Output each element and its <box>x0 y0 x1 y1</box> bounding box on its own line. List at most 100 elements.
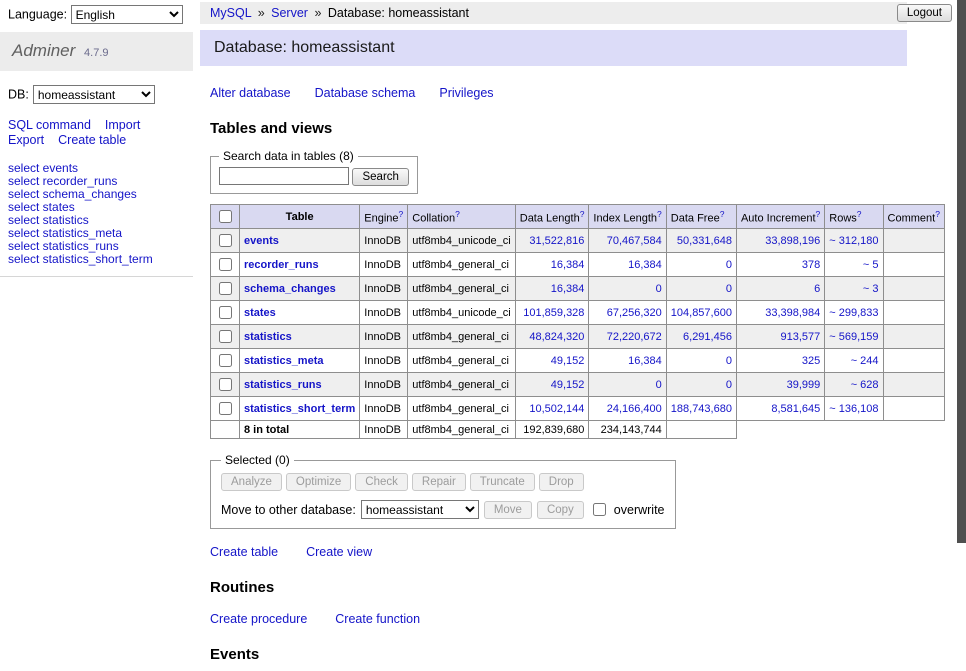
main-panel: Database: homeassistant Alter database Da… <box>200 30 907 671</box>
breadcrumb-mysql-link[interactable]: MySQL <box>210 6 251 20</box>
table-name-link[interactable]: statistics <box>244 331 292 343</box>
col-header-auto_increment: Auto Increment? <box>736 205 824 229</box>
total-empty-cells <box>736 421 944 439</box>
row-checkbox[interactable] <box>219 282 232 295</box>
column-label: Rows <box>829 212 857 224</box>
cell-engine: InnoDB <box>360 349 408 373</box>
cell-data_free: 104,857,600 <box>666 301 736 325</box>
app-name[interactable]: Adminer <box>12 41 75 60</box>
create-procedure-link[interactable]: Create procedure <box>210 612 307 626</box>
search-legend: Search data in tables (8) <box>219 149 358 163</box>
language-label: Language: <box>8 8 67 22</box>
db-select[interactable]: homeassistant <box>33 85 155 104</box>
column-help-icon[interactable]: ? <box>580 209 585 219</box>
db-label: DB: <box>8 88 29 102</box>
database-schema-link[interactable]: Database schema <box>315 86 416 100</box>
cell-index_length: 70,467,584 <box>589 229 666 253</box>
language-select[interactable]: English <box>71 5 183 24</box>
cell-auto_increment: 6 <box>736 277 824 301</box>
cell-table-name: statistics_runs <box>240 373 360 397</box>
create-table-link[interactable]: Create table <box>210 545 278 559</box>
select-all-checkbox[interactable] <box>219 210 232 223</box>
cell-auto_increment: 39,999 <box>736 373 824 397</box>
sidebar-table-link[interactable]: select statistics_short_term <box>8 253 185 266</box>
column-help-icon[interactable]: ? <box>657 209 662 219</box>
tables-header-row: TableEngine?Collation?Data Length?Index … <box>211 205 945 229</box>
create-view-link[interactable]: Create view <box>306 545 372 559</box>
cell-rows: ~ 299,833 <box>825 301 883 325</box>
row-checkbox[interactable] <box>219 378 232 391</box>
column-help-icon[interactable]: ? <box>816 209 821 219</box>
row-checkbox[interactable] <box>219 234 232 247</box>
create-function-link[interactable]: Create function <box>335 612 420 626</box>
row-checkbox[interactable] <box>219 258 232 271</box>
sidebar-sql-command-link[interactable]: SQL command <box>8 118 91 132</box>
cell-auto_increment: 378 <box>736 253 824 277</box>
routines-heading: Routines <box>210 579 907 596</box>
cell-data_free: 0 <box>666 373 736 397</box>
cell-engine: InnoDB <box>360 397 408 421</box>
sidebar-import-link[interactable]: Import <box>105 118 140 132</box>
cell-auto_increment: 325 <box>736 349 824 373</box>
sidebar-create-table-link[interactable]: Create table <box>58 133 126 147</box>
table-name-link[interactable]: statistics_short_term <box>244 403 355 415</box>
cell-table-name: statistics_meta <box>240 349 360 373</box>
row-checkbox[interactable] <box>219 330 232 343</box>
tables-body: eventsInnoDButf8mb4_unicode_ci31,522,816… <box>211 229 945 421</box>
page-title: Database: homeassistant <box>200 30 907 66</box>
overwrite-checkbox[interactable] <box>593 503 606 516</box>
sidebar-export-link[interactable]: Export <box>8 133 44 147</box>
table-name-link[interactable]: statistics_meta <box>244 355 324 367</box>
column-label: Engine <box>364 212 398 224</box>
row-checkbox[interactable] <box>219 354 232 367</box>
table-name-link[interactable]: statistics_runs <box>244 379 322 391</box>
cell-data_length: 10,502,144 <box>515 397 589 421</box>
search-fieldset: Search data in tables (8) Search <box>210 149 418 194</box>
app-version[interactable]: 4.7.9 <box>84 47 108 59</box>
column-help-icon[interactable]: ? <box>857 209 862 219</box>
column-help-icon[interactable]: ? <box>399 209 404 219</box>
cell-collation: utf8mb4_general_ci <box>408 253 515 277</box>
move-db-select[interactable]: homeassistant <box>361 500 479 519</box>
cell-comment <box>883 325 944 349</box>
search-button[interactable]: Search <box>352 168 408 186</box>
cell-engine: InnoDB <box>360 373 408 397</box>
column-help-icon[interactable]: ? <box>455 209 460 219</box>
column-help-icon[interactable]: ? <box>935 209 940 219</box>
overwrite-label[interactable]: overwrite <box>614 503 665 517</box>
breadcrumb: MySQL » Server » Database: homeassistant <box>200 2 907 24</box>
cell-table-name: schema_changes <box>240 277 360 301</box>
bulk-optimize-button: Optimize <box>286 473 351 491</box>
col-header-rows: Rows? <box>825 205 883 229</box>
scrollbar[interactable] <box>957 0 966 543</box>
column-help-icon[interactable]: ? <box>720 209 725 219</box>
breadcrumb-server-link[interactable]: Server <box>271 6 308 20</box>
total-collation: utf8mb4_general_ci <box>408 421 515 439</box>
cell-rows: ~ 312,180 <box>825 229 883 253</box>
row-checkbox[interactable] <box>219 306 232 319</box>
breadcrumb-current: Database: homeassistant <box>328 6 469 20</box>
table-name-link[interactable]: recorder_runs <box>244 259 319 271</box>
row-check-cell <box>211 253 240 277</box>
breadcrumb-separator: » <box>258 6 265 20</box>
table-name-link[interactable]: events <box>244 235 279 247</box>
row-checkbox[interactable] <box>219 402 232 415</box>
cell-index_length: 72,220,672 <box>589 325 666 349</box>
sidebar: Adminer 4.7.9 DB: homeassistant SQL comm… <box>0 32 193 277</box>
privileges-link[interactable]: Privileges <box>439 86 493 100</box>
create-links: Create table Create view <box>210 545 907 559</box>
table-name-link[interactable]: schema_changes <box>244 283 336 295</box>
column-label: Comment <box>888 212 936 224</box>
column-label: Index Length <box>593 212 657 224</box>
cell-collation: utf8mb4_unicode_ci <box>408 229 515 253</box>
cell-comment <box>883 349 944 373</box>
total-blank-cell <box>211 421 240 439</box>
cell-index_length: 24,166,400 <box>589 397 666 421</box>
column-label: Data Length <box>520 212 580 224</box>
cell-data_free: 0 <box>666 349 736 373</box>
table-name-link[interactable]: states <box>244 307 276 319</box>
logout-button[interactable]: Logout <box>897 4 952 22</box>
search-input[interactable] <box>219 167 349 185</box>
scrollbar-thumb[interactable] <box>957 0 966 543</box>
alter-database-link[interactable]: Alter database <box>210 86 291 100</box>
